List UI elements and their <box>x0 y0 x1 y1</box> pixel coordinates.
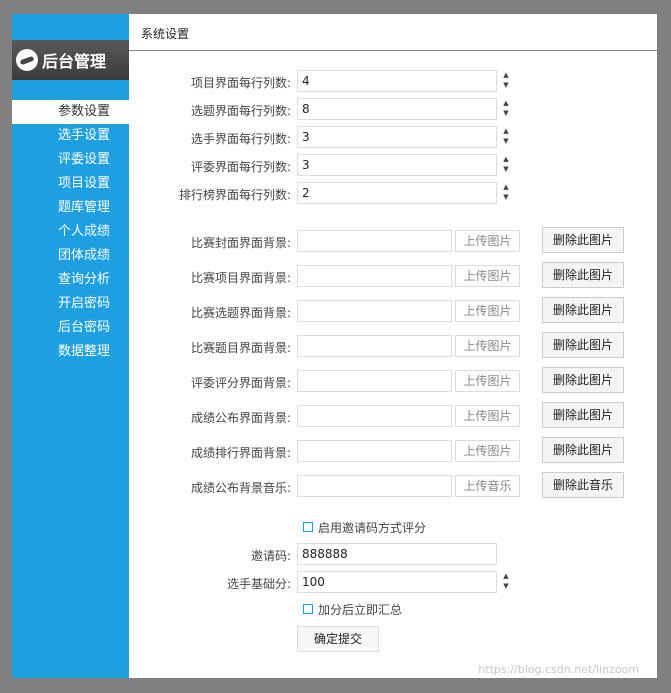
logo: 后台管理 <box>12 40 129 80</box>
column-count-input[interactable]: 2 <box>297 182 497 204</box>
sidebar-item-judges[interactable]: 评委设置 <box>12 148 129 172</box>
background-row: 评委评分界面背景: 上传图片 删除此图片 <box>129 367 657 393</box>
upload-music-button[interactable]: 上传音乐 <box>455 475 520 497</box>
spinner-icon[interactable]: ▲ ▼ <box>501 126 511 148</box>
column-row: 排行榜界面每行列数: 2 ▲ ▼ <box>129 182 657 204</box>
background-row: 比赛封面界面背景: 上传图片 删除此图片 <box>129 227 657 253</box>
column-count-input[interactable]: 3 <box>297 154 497 176</box>
column-label: 选题界面每行列数: <box>190 104 291 118</box>
delete-button[interactable]: 删除此图片 <box>542 402 624 428</box>
spinner-icon[interactable]: ▲ ▼ <box>501 98 511 120</box>
column-count-input[interactable]: 3 <box>297 126 497 148</box>
base-score-row: 选手基础分: 100 ▲ ▼ <box>129 571 657 593</box>
background-row: 成绩排行界面背景: 上传图片 删除此图片 <box>129 437 657 463</box>
invite-code-label: 邀请码: <box>250 549 291 563</box>
background-label: 比赛题目界面背景: <box>190 341 291 355</box>
file-path-field[interactable] <box>297 440 452 462</box>
background-row: 比赛选题界面背景: 上传图片 删除此图片 <box>129 297 657 323</box>
upload-button[interactable]: 上传图片 <box>455 440 520 462</box>
sidebar-item-params[interactable]: 参数设置 <box>12 100 129 124</box>
main-panel: 系统设置 项目界面每行列数: 4 ▲ ▼ 选题界面每行列数: 8 ▲ ▼ 选手界面每… <box>129 14 657 678</box>
upload-button[interactable]: 上传图片 <box>455 405 520 427</box>
background-row: 比赛项目界面背景: 上传图片 删除此图片 <box>129 262 657 288</box>
background-label: 比赛项目界面背景: <box>190 271 291 285</box>
sidebar-item-contestants[interactable]: 选手设置 <box>12 124 129 148</box>
upload-button[interactable]: 上传图片 <box>455 265 520 287</box>
column-row: 评委界面每行列数: 3 ▲ ▼ <box>129 154 657 176</box>
background-label: 成绩公布背景音乐: <box>190 481 291 495</box>
spinner-icon[interactable]: ▲ ▼ <box>501 571 511 593</box>
file-path-field[interactable] <box>297 335 452 357</box>
summary-checkbox[interactable] <box>303 604 313 614</box>
delete-button[interactable]: 删除此图片 <box>542 297 624 323</box>
sidebar-item-query-analysis[interactable]: 查询分析 <box>12 268 129 292</box>
logo-text: 后台管理 <box>42 52 107 71</box>
column-label: 项目界面每行列数: <box>190 76 291 90</box>
watermark: https://blog.csdn.net/linzoom <box>478 663 639 676</box>
column-label: 排行榜界面每行列数: <box>178 188 291 202</box>
column-count-input[interactable]: 4 <box>297 70 497 92</box>
invite-code-input[interactable]: 888888 <box>297 543 497 565</box>
file-path-field[interactable] <box>297 405 452 427</box>
file-path-field[interactable] <box>297 300 452 322</box>
delete-button[interactable]: 删除此图片 <box>542 227 624 253</box>
app-window: 后台管理 参数设置 选手设置 评委设置 项目设置 题库管理 个人成绩 团体成绩 … <box>12 14 657 678</box>
sidebar-item-personal-scores[interactable]: 个人成绩 <box>12 220 129 244</box>
submit-row: 确定提交 <box>129 626 657 652</box>
upload-button[interactable]: 上传图片 <box>455 230 520 252</box>
screen-frame: 后台管理 参数设置 选手设置 评委设置 项目设置 题库管理 个人成绩 团体成绩 … <box>0 0 671 693</box>
column-row: 选题界面每行列数: 8 ▲ ▼ <box>129 98 657 120</box>
spinner-icon[interactable]: ▲ ▼ <box>501 182 511 204</box>
column-row: 选手界面每行列数: 3 ▲ ▼ <box>129 126 657 148</box>
sidebar-item-data-cleanup[interactable]: 数据整理 <box>12 340 129 364</box>
background-label: 成绩公布界面背景: <box>190 411 291 425</box>
sidebar-item-open-password[interactable]: 开启密码 <box>12 292 129 316</box>
delete-button[interactable]: 删除此图片 <box>542 332 624 358</box>
page-title: 系统设置 <box>141 27 190 41</box>
invite-checkbox[interactable] <box>303 522 313 532</box>
upload-button[interactable]: 上传图片 <box>455 370 520 392</box>
column-count-input[interactable]: 8 <box>297 98 497 120</box>
spinner-icon[interactable]: ▲ ▼ <box>501 70 511 92</box>
background-music-row: 成绩公布背景音乐: 上传音乐 删除此音乐 <box>129 472 657 498</box>
background-label: 比赛封面界面背景: <box>190 236 291 250</box>
background-label: 评委评分界面背景: <box>190 376 291 390</box>
base-score-input[interactable]: 100 <box>297 571 497 593</box>
spinner-icon[interactable]: ▲ ▼ <box>501 154 511 176</box>
background-label: 比赛选题界面背景: <box>190 306 291 320</box>
background-row: 比赛题目界面背景: 上传图片 删除此图片 <box>129 332 657 358</box>
invite-checkbox-label: 启用邀请码方式评分 <box>318 520 427 535</box>
sidebar-item-question-bank[interactable]: 题库管理 <box>12 196 129 220</box>
sidebar-item-projects[interactable]: 项目设置 <box>12 172 129 196</box>
page-header: 系统设置 <box>129 14 657 51</box>
sidebar-item-team-scores[interactable]: 团体成绩 <box>12 244 129 268</box>
file-path-field[interactable] <box>297 475 452 497</box>
sidebar-nav: 参数设置 选手设置 评委设置 项目设置 题库管理 个人成绩 团体成绩 查询分析 … <box>12 100 129 364</box>
upload-button[interactable]: 上传图片 <box>455 335 520 357</box>
summary-checkbox-label: 加分后立即汇总 <box>318 602 403 617</box>
file-path-field[interactable] <box>297 370 452 392</box>
invite-checkbox-row[interactable]: 启用邀请码方式评分 <box>303 519 426 535</box>
upload-button[interactable]: 上传图片 <box>455 300 520 322</box>
submit-button[interactable]: 确定提交 <box>297 626 379 652</box>
delete-button[interactable]: 删除此图片 <box>542 367 624 393</box>
invite-code-row: 邀请码: 888888 <box>129 543 657 565</box>
sidebar-item-admin-password[interactable]: 后台密码 <box>12 316 129 340</box>
delete-button[interactable]: 删除此图片 <box>542 437 624 463</box>
background-label: 成绩排行界面背景: <box>190 446 291 460</box>
column-label: 评委界面每行列数: <box>190 160 291 174</box>
summary-checkbox-row[interactable]: 加分后立即汇总 <box>303 601 402 617</box>
logo-icon <box>16 49 38 71</box>
delete-music-button[interactable]: 删除此音乐 <box>542 472 624 498</box>
column-label: 选手界面每行列数: <box>190 132 291 146</box>
column-row: 项目界面每行列数: 4 ▲ ▼ <box>129 70 657 92</box>
base-score-label: 选手基础分: <box>226 577 291 591</box>
file-path-field[interactable] <box>297 230 452 252</box>
sidebar: 后台管理 参数设置 选手设置 评委设置 项目设置 题库管理 个人成绩 团体成绩 … <box>12 14 129 678</box>
delete-button[interactable]: 删除此图片 <box>542 262 624 288</box>
background-row: 成绩公布界面背景: 上传图片 删除此图片 <box>129 402 657 428</box>
file-path-field[interactable] <box>297 265 452 287</box>
